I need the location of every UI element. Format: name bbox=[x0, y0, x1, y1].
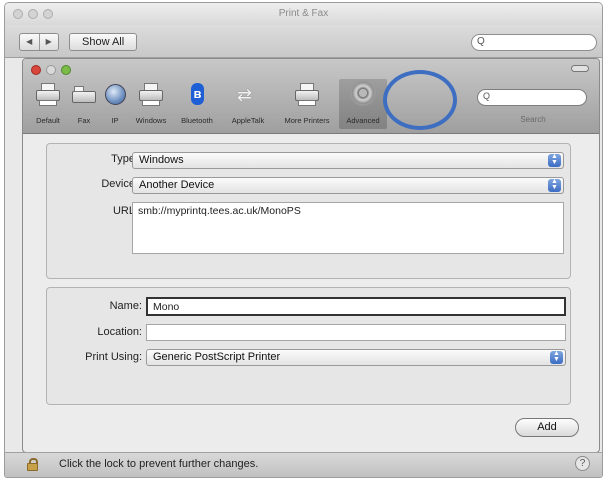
lock-icon[interactable] bbox=[27, 458, 38, 471]
back-button[interactable]: ◀ bbox=[20, 34, 39, 50]
fax-icon bbox=[70, 81, 98, 109]
add-printer-window: Default Fax IP Windows ʙ Bluetooth ⇄ App… bbox=[22, 58, 600, 453]
name-label: Name: bbox=[109, 300, 142, 312]
tool-ip[interactable]: IP bbox=[101, 79, 129, 129]
bluetooth-icon: ʙ bbox=[183, 81, 211, 109]
details-panel: Name: Mono Location: Print Using: Generi… bbox=[46, 287, 571, 405]
device-value: Another Device bbox=[139, 179, 215, 191]
connection-panel: Type: Windows ▲ ▼ Device: Another Device … bbox=[46, 143, 571, 279]
tool-appletalk[interactable]: ⇄ AppleTalk bbox=[221, 79, 275, 129]
popup-arrows-icon: ▲ ▼ bbox=[550, 350, 563, 364]
location-field[interactable] bbox=[146, 324, 566, 341]
gear-icon bbox=[349, 81, 377, 109]
show-all-button[interactable]: Show All bbox=[69, 33, 138, 51]
minimize-button[interactable] bbox=[46, 65, 56, 75]
tool-label: Default bbox=[36, 116, 60, 125]
search-label: Search bbox=[520, 115, 546, 124]
tool-label: Advanced bbox=[346, 116, 380, 125]
url-field[interactable]: smb://myprintq.tees.ac.uk/MonoPS bbox=[132, 202, 564, 254]
popup-arrows-icon: ▲ ▼ bbox=[548, 153, 561, 167]
tool-label: AppleTalk bbox=[231, 116, 265, 125]
add-printer-toolbar: Default Fax IP Windows ʙ Bluetooth ⇄ App… bbox=[23, 59, 599, 134]
title-bar: Print & Fax bbox=[5, 3, 602, 25]
tool-advanced[interactable]: Advanced bbox=[339, 79, 387, 129]
zoom-button[interactable] bbox=[61, 65, 71, 75]
tool-fax[interactable]: Fax bbox=[67, 79, 101, 129]
prefs-search-input[interactable]: Q bbox=[471, 34, 597, 51]
printer-type-toolbar: Default Fax IP Windows ʙ Bluetooth ⇄ App… bbox=[29, 79, 387, 129]
search-icon: Q bbox=[477, 36, 485, 47]
lock-message: Click the lock to prevent further change… bbox=[59, 458, 259, 470]
tool-label: Windows bbox=[135, 116, 167, 125]
forward-button[interactable]: ▶ bbox=[38, 34, 59, 50]
tool-more-printers[interactable]: More Printers bbox=[275, 79, 339, 129]
tool-label: Fax bbox=[77, 116, 91, 125]
status-bar: Click the lock to prevent further change… bbox=[5, 452, 602, 477]
print-using-value: Generic PostScript Printer bbox=[153, 351, 281, 363]
globe-icon bbox=[101, 81, 129, 109]
search-icon: Q bbox=[483, 91, 491, 101]
name-field[interactable]: Mono bbox=[146, 297, 566, 316]
location-label: Location: bbox=[97, 326, 142, 338]
popup-arrows-icon: ▲ ▼ bbox=[548, 178, 561, 192]
tool-label: Bluetooth bbox=[181, 116, 213, 125]
printer-icon bbox=[34, 81, 62, 109]
appletalk-arrows-icon: ⇄ bbox=[237, 85, 253, 105]
print-fax-window: Print & Fax ◀ ▶ Show All Q Default Fax I… bbox=[4, 2, 603, 478]
printer-search-input[interactable]: Q bbox=[477, 89, 587, 106]
toolbar-toggle-button[interactable] bbox=[571, 65, 589, 72]
help-button[interactable]: ? bbox=[575, 456, 590, 471]
type-popup[interactable]: Windows ▲ ▼ bbox=[132, 152, 564, 169]
print-using-label: Print Using: bbox=[85, 351, 142, 363]
nav-group: ◀ ▶ bbox=[19, 33, 59, 51]
tool-windows[interactable]: Windows bbox=[129, 79, 173, 129]
close-button[interactable] bbox=[31, 65, 41, 75]
prefs-toolbar: ◀ ▶ Show All Q bbox=[5, 25, 602, 58]
advanced-highlight-ring bbox=[383, 70, 457, 130]
add-button[interactable]: Add bbox=[515, 418, 579, 437]
tool-label: More Printers bbox=[284, 116, 330, 125]
tool-default[interactable]: Default bbox=[29, 79, 67, 129]
device-popup[interactable]: Another Device ▲ ▼ bbox=[132, 177, 564, 194]
print-using-popup[interactable]: Generic PostScript Printer ▲ ▼ bbox=[146, 349, 566, 366]
tool-label: IP bbox=[111, 116, 119, 125]
windows-printer-icon bbox=[137, 81, 165, 109]
type-value: Windows bbox=[139, 154, 184, 166]
more-printers-icon bbox=[293, 81, 321, 109]
tool-bluetooth[interactable]: ʙ Bluetooth bbox=[173, 79, 221, 129]
window-title: Print & Fax bbox=[278, 8, 329, 19]
